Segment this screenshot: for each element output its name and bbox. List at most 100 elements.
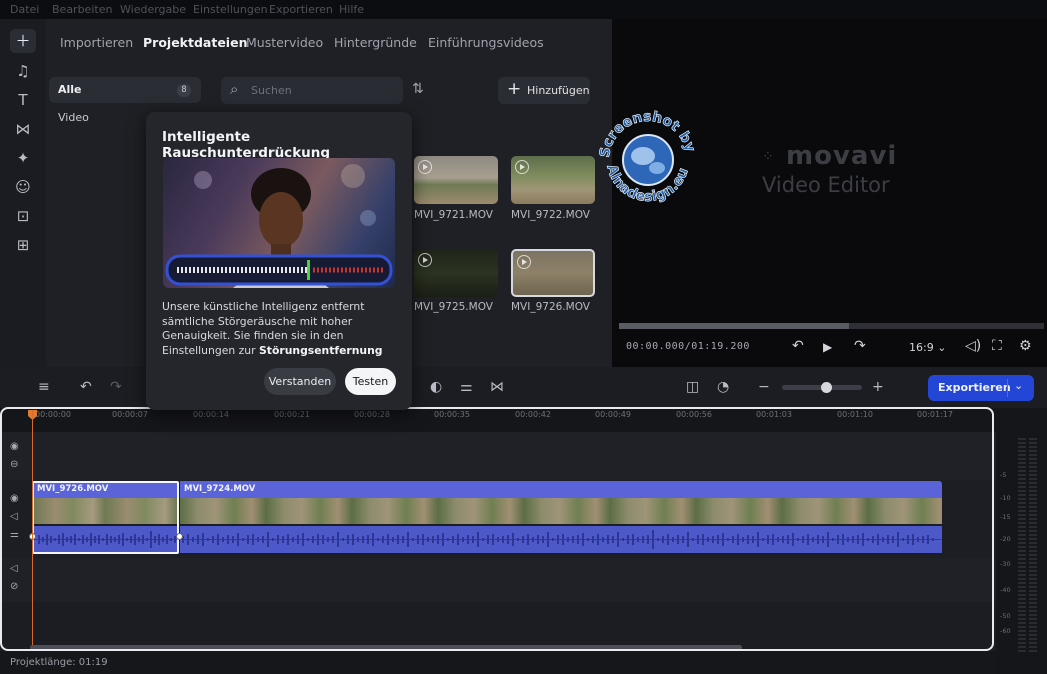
volume-icon[interactable]: ◁) (965, 338, 981, 354)
redo-icon[interactable]: ↷ (110, 379, 122, 395)
track-empty (0, 602, 996, 651)
zoom-slider[interactable] (782, 382, 862, 393)
clip-trim-handle[interactable] (176, 533, 183, 540)
audio-settings-icon[interactable]: ⚌ (10, 529, 19, 540)
test-button[interactable]: Testen (345, 368, 396, 395)
play-icon (418, 253, 432, 267)
menu-hilfe[interactable]: Hilfe (339, 3, 364, 16)
clip-header[interactable]: MVI_9724.MOV (180, 481, 942, 498)
play-icon (515, 160, 529, 174)
menu-exportieren[interactable]: Exportieren (269, 3, 333, 16)
bag-icon[interactable]: ⊡ (10, 204, 36, 228)
sort-icon[interactable]: ⇅ (412, 81, 424, 97)
play-icon (418, 160, 432, 174)
logo-icon: ⁘ (762, 149, 774, 165)
visibility-eye-icon[interactable]: ◉ (10, 493, 19, 504)
meter-bar-left (1018, 438, 1026, 652)
clip-video-frames[interactable] (180, 498, 942, 524)
music-icon[interactable]: ♫ (10, 59, 36, 83)
media-thumbnail-selected[interactable] (511, 249, 595, 297)
popup-illustration (165, 164, 393, 288)
meter-label: -60 (1000, 627, 1011, 635)
ruler-tick: 00:00:07 (112, 410, 148, 419)
play-icon (517, 255, 531, 269)
more-tools-icon[interactable]: ⊞ (10, 233, 36, 257)
meter-label: -10 (1000, 494, 1011, 502)
add-track-icon[interactable]: ≡ (38, 379, 50, 395)
tab-einfuehrungsvideos[interactable]: Einführungsvideos (428, 35, 544, 50)
playhead[interactable] (32, 410, 33, 648)
track-empty (0, 432, 996, 480)
transition-tool-icon[interactable]: ⋈ (490, 379, 504, 395)
category-count-badge: 8 (177, 84, 191, 97)
understood-button[interactable]: Verstanden (264, 368, 336, 395)
plus-icon[interactable]: ＋ (10, 29, 36, 53)
add-button[interactable]: + Hinzufügen (498, 77, 590, 104)
magic-wand-icon[interactable]: ✦ (10, 146, 36, 170)
zoom-slider-handle[interactable] (821, 382, 832, 393)
menu-wiedergabe[interactable]: Wiedergabe (120, 3, 186, 16)
speed-icon[interactable]: ◐ (430, 379, 442, 395)
watermark-seal: Screenshot by Alnadesign.eu (597, 109, 698, 206)
volume-icon[interactable]: ◁ (10, 511, 18, 522)
meter-label: -5 (1000, 471, 1007, 479)
time-ruler[interactable]: 00:00:00 00:00:07 00:00:14 00:00:21 00:0… (0, 408, 996, 432)
ruler-tick: 00:00:35 (434, 410, 470, 419)
play-button[interactable]: ▶ (823, 340, 832, 354)
search-input[interactable]: ⌕ Suchen (221, 77, 403, 104)
selected-clip-outline[interactable] (32, 481, 179, 554)
undo-step-icon[interactable]: ↶ (792, 338, 804, 354)
search-icon: ⌕ (230, 80, 239, 98)
sticker-icon[interactable]: ☺ (10, 175, 36, 199)
popup-title: Intelligente Rauschunterdrückung (162, 129, 331, 161)
settings-gear-icon[interactable]: ⚙ (1019, 338, 1032, 354)
meter-label: -50 (1000, 612, 1011, 620)
zoom-out-icon[interactable]: − (758, 379, 770, 395)
category-all[interactable]: Alle 8 (49, 77, 201, 103)
playback-scrubber[interactable] (619, 323, 1044, 329)
status-bar: Projektlänge: 01:19 (0, 651, 996, 674)
ruler-tick: 00:01:17 (917, 410, 953, 419)
media-thumbnail[interactable] (414, 156, 498, 204)
redo-step-icon[interactable]: ↷ (854, 338, 866, 354)
media-thumbnail[interactable] (511, 156, 595, 204)
menu-bearbeiten[interactable]: Bearbeiten (52, 3, 112, 16)
transition-icon[interactable]: ⋈ (10, 117, 36, 141)
tab-projektdateien[interactable]: Projektdateien (143, 35, 247, 50)
popup-preview-image (163, 158, 395, 288)
ruler-tick: 00:01:10 (837, 410, 873, 419)
thumbnail-label: MVI_9726.MOV (511, 301, 590, 313)
category-video[interactable]: Video (58, 111, 89, 124)
visibility-eye-icon[interactable]: ◉ (10, 441, 19, 452)
export-divider (1007, 379, 1008, 397)
tool-rail: ＋ ♫ T ⋈ ✦ ☺ ⊡ ⊞ (0, 19, 46, 367)
brand-name: movavi (786, 141, 898, 171)
audio-detach-icon[interactable]: ◫ (686, 379, 699, 395)
color-icon[interactable]: ◔ (717, 379, 729, 395)
chevron-down-icon[interactable]: ⌄ (1014, 379, 1023, 392)
text-icon[interactable]: T (10, 88, 36, 112)
horizontal-scrollbar[interactable] (30, 645, 742, 650)
tab-mustervideo[interactable]: Mustervideo (246, 35, 323, 50)
plus-icon: + (507, 79, 522, 99)
fullscreen-icon[interactable]: ⛶ (992, 338, 1002, 354)
export-button[interactable]: Exportieren ⌄ (928, 375, 1034, 401)
unlink-icon[interactable]: ⊘ (10, 581, 18, 592)
volume-icon[interactable]: ◁ (10, 563, 18, 574)
adjust-icon[interactable]: ⚌ (460, 379, 473, 395)
link-icon[interactable]: ⊖ (10, 459, 18, 470)
menu-einstellungen[interactable]: Einstellungen (193, 3, 268, 16)
tab-hintergruende[interactable]: Hintergründe (334, 35, 417, 50)
aspect-ratio-select[interactable]: 16:9 ⌄ (909, 341, 946, 354)
popup-body: Unsere künstliche Intelligenz entfernt s… (162, 300, 402, 358)
undo-icon[interactable]: ↶ (80, 379, 92, 395)
aspect-ratio-value: 16:9 (909, 341, 934, 354)
meter-label: -30 (1000, 560, 1011, 568)
track-audio (0, 558, 996, 602)
menu-datei[interactable]: Datei (10, 3, 39, 16)
tab-importieren[interactable]: Importieren (60, 35, 133, 50)
export-button-label: Exportieren (938, 381, 1011, 394)
search-placeholder: Suchen (251, 84, 292, 97)
zoom-in-icon[interactable]: + (872, 379, 884, 395)
media-thumbnail[interactable] (414, 249, 498, 297)
